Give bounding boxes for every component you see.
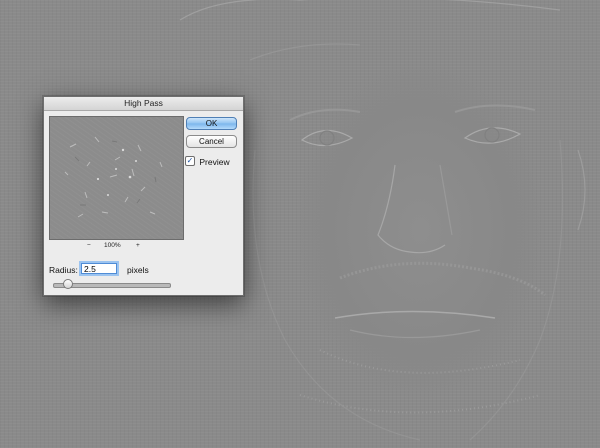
ok-button[interactable]: OK [186,117,237,130]
zoom-level: 100% [104,242,121,249]
preview-checkbox-row[interactable]: ✓ Preview [185,155,230,168]
preview-texture [64,136,163,218]
zoom-out-button[interactable]: − [87,242,91,249]
preview-label[interactable]: Preview [199,157,229,167]
zoom-in-button[interactable]: + [136,242,140,249]
high-pass-dialog: High Pass − 100% + OK Cancel ✓ Preview R… [43,96,244,296]
radius-label: Radius: [49,265,78,275]
zoom-controls: − 100% + [49,242,184,252]
radius-input[interactable] [81,263,117,274]
cancel-button[interactable]: Cancel [186,135,237,148]
filter-preview-pane[interactable] [49,116,184,240]
radius-unit-label: pixels [127,265,149,275]
checkmark-icon[interactable]: ✓ [185,155,195,166]
dialog-title[interactable]: High Pass [44,97,243,111]
